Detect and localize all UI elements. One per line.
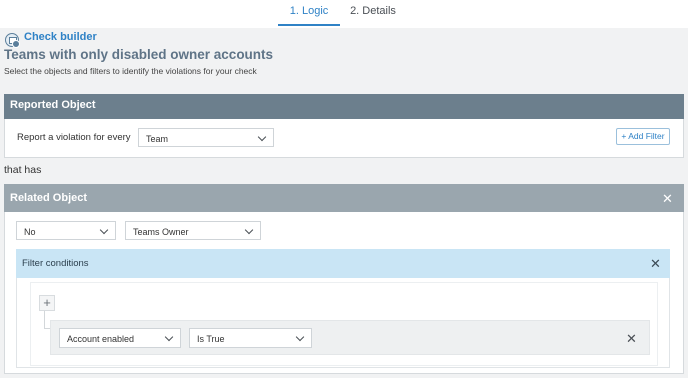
condition-field-select[interactable]: Account enabled	[59, 328, 181, 348]
plus-icon[interactable]: +	[39, 295, 55, 311]
reported-object-heading: Reported Object	[10, 99, 96, 111]
chevron-down-icon	[244, 225, 254, 235]
close-icon[interactable]: ✕	[650, 257, 661, 270]
tab-details[interactable]: 2. Details	[344, 0, 402, 26]
related-object-heading: Related Object	[10, 192, 88, 204]
connector-text: that has	[4, 164, 42, 176]
filter-conditions-header	[16, 249, 670, 278]
tab-logic[interactable]: 1. Logic	[278, 0, 340, 26]
related-object-select[interactable]: Teams Owner	[125, 221, 261, 240]
check-builder-icon	[5, 33, 20, 48]
page-title: Teams with only disabled owner accounts	[4, 47, 274, 62]
active-tab-indicator	[278, 24, 340, 26]
add-filter-button[interactable]: + Add Filter	[616, 128, 670, 145]
condition-operator-select[interactable]: Is True	[189, 328, 312, 348]
page-subtitle: Select the objects and filters to identi…	[4, 66, 257, 76]
chevron-down-icon	[295, 332, 305, 342]
report-violation-label: Report a violation for every	[17, 132, 131, 143]
condition-field-value: Account enabled	[67, 334, 135, 344]
reported-object-select[interactable]: Team	[138, 128, 274, 147]
reported-object-header	[4, 94, 684, 119]
tree-connector-vertical	[44, 311, 45, 329]
reported-object-value: Team	[146, 134, 169, 144]
related-object-header	[4, 184, 684, 212]
condition-operator-value: Is True	[197, 334, 225, 344]
chevron-down-icon	[257, 132, 267, 142]
quantifier-select[interactable]: No	[16, 221, 116, 240]
app-title: Check builder	[24, 31, 97, 43]
chevron-down-icon	[164, 332, 174, 342]
close-icon[interactable]: ✕	[662, 192, 673, 205]
related-object-value: Teams Owner	[133, 227, 189, 237]
quantifier-value: No	[24, 227, 36, 237]
chevron-down-icon	[99, 225, 109, 235]
close-icon[interactable]: ✕	[626, 332, 637, 345]
filter-conditions-heading: Filter conditions	[22, 258, 89, 269]
